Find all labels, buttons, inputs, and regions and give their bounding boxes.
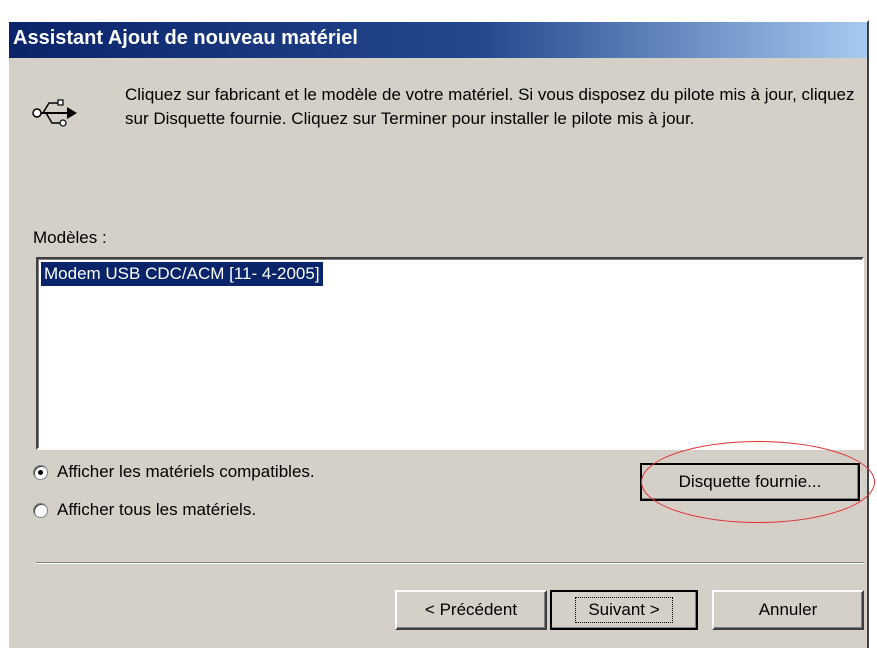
list-item[interactable]: Modem USB CDC/ACM [11- 4-2005] [41, 262, 323, 286]
radio-label-all: Afficher tous les matériels. [57, 500, 257, 519]
cancel-button[interactable]: Annuler [712, 590, 864, 630]
title-bar[interactable]: Assistant Ajout de nouveau matériel [9, 22, 867, 58]
separator [36, 562, 864, 564]
next-label: Suivant > [575, 597, 673, 623]
instruction-text: Cliquez sur fabricant et le modèle de vo… [125, 85, 855, 128]
usb-icon [32, 99, 77, 127]
cancel-label: Annuler [758, 600, 818, 619]
have-disk-label: Disquette fournie... [678, 472, 822, 491]
have-disk-button[interactable]: Disquette fournie... [640, 463, 860, 501]
radio-show-all[interactable]: Afficher tous les matériels. [33, 500, 256, 520]
radio-label-compatible: Afficher les matériels compatibles. [57, 462, 315, 481]
radio-button-unchecked[interactable] [33, 502, 48, 518]
models-label: Modèles : [33, 228, 107, 247]
back-label: < Précédent [424, 600, 518, 619]
radio-show-compatible[interactable]: Afficher les matériels compatibles. [33, 462, 315, 482]
wizard-dialog: Assistant Ajout de nouveau matériel Cliq… [7, 20, 875, 648]
models-listbox[interactable]: Modem USB CDC/ACM [11- 4-2005] [36, 257, 864, 450]
next-button[interactable]: Suivant > [550, 590, 698, 630]
back-button[interactable]: < Précédent [395, 590, 547, 630]
window-title: Assistant Ajout de nouveau matériel [13, 27, 358, 49]
radio-button-checked[interactable] [33, 464, 48, 480]
